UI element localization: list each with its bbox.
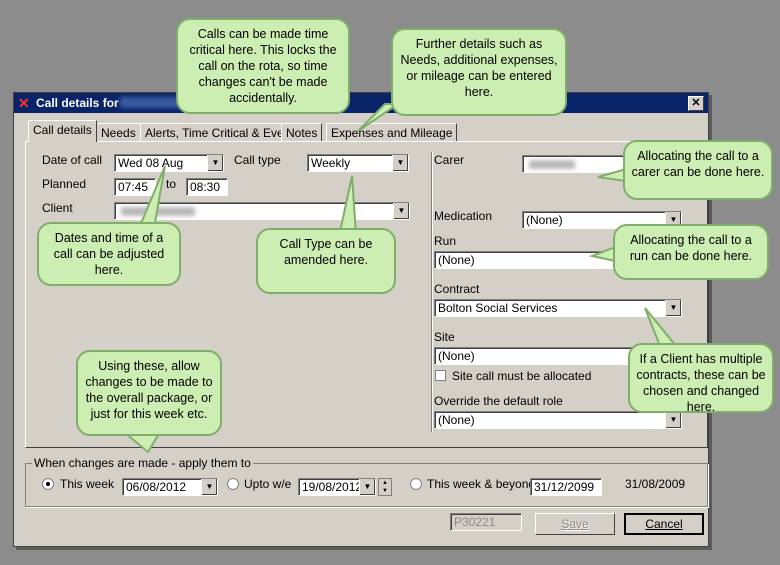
callout-time-critical: Calls can be made time critical here. Th… (176, 18, 350, 114)
callout-run: Allocating the call to a run can be done… (613, 224, 769, 280)
pointer-contracts (644, 307, 679, 347)
callout-contracts: If a Client has multiple contracts, thes… (628, 343, 774, 414)
pointer-call-type (338, 175, 358, 236)
callout-further-details: Further details such as Needs, additiona… (391, 28, 567, 116)
pointer-dates (138, 165, 166, 230)
callout-dates: Dates and time of a call can be adjusted… (37, 222, 181, 286)
callout-call-type: Call Type can be amended here. (256, 228, 396, 294)
callout-apply: Using these, allow changes to be made to… (76, 350, 222, 436)
callout-carer: Allocating the call to a carer can be do… (623, 140, 773, 200)
